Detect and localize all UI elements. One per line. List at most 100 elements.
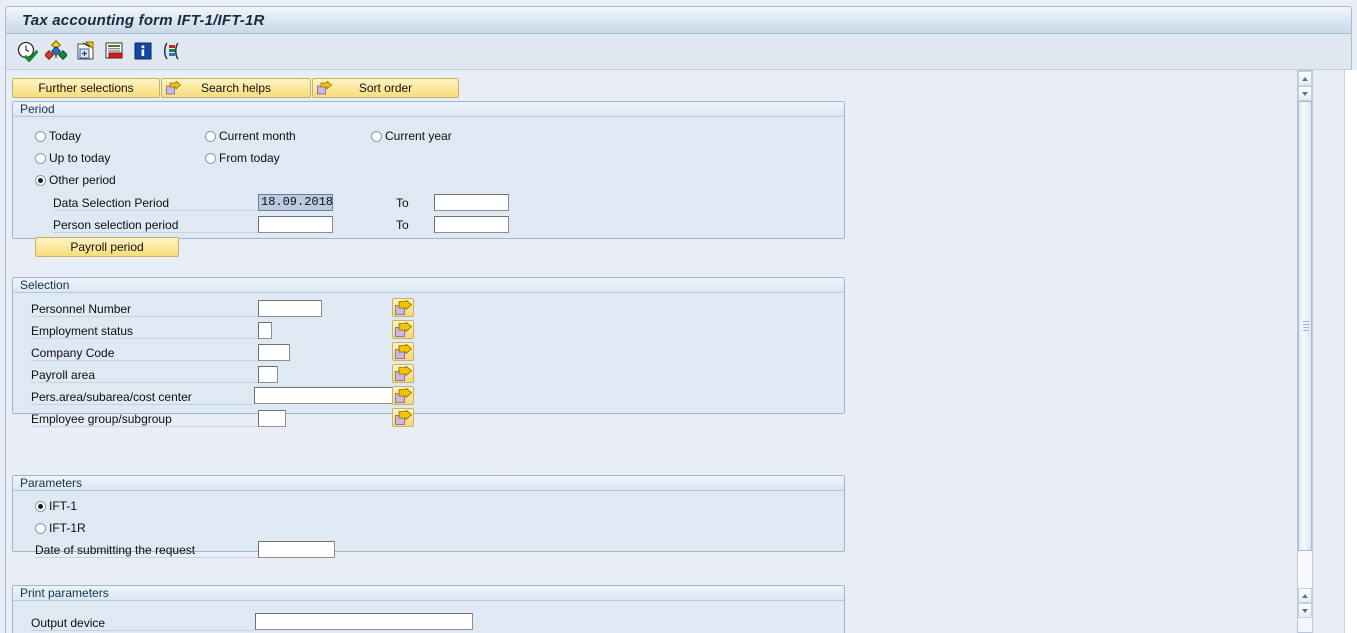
- data-selection-period-input[interactable]: 18.09.2018: [258, 194, 333, 211]
- scroll-grip-icon: [1303, 321, 1309, 331]
- selection-buttons-row: Further selections Search helps Sort ord…: [12, 78, 459, 98]
- arrow-right-icon: [317, 80, 333, 96]
- radio-today[interactable]: Today: [35, 129, 81, 143]
- personnel-number-label: Personnel Number: [31, 301, 258, 317]
- print-parameters-group-header: Print parameters: [13, 586, 844, 601]
- content-scroll-down-button[interactable]: [1298, 86, 1312, 101]
- sap-selection-screen: Tax accounting form IFT-1/IFT-1R Further…: [0, 0, 1357, 633]
- triangle-down-icon: [1302, 609, 1308, 613]
- period-group-title: Period: [20, 102, 55, 116]
- save-as-variant-icon[interactable]: [74, 40, 96, 62]
- window-title-bar: Tax accounting form IFT-1/IFT-1R: [5, 6, 1352, 34]
- selection-group-header: Selection: [13, 278, 844, 293]
- content-scroll-up-button[interactable]: [1298, 71, 1312, 86]
- content-scroll-bottom-up-button[interactable]: [1298, 588, 1312, 603]
- print-parameters-group-body: Output device: [13, 601, 844, 633]
- radio-current-month-label: Current month: [219, 129, 296, 143]
- radio-from-today[interactable]: From today: [205, 151, 280, 165]
- parameters-group-header: Parameters: [13, 476, 844, 491]
- radio-today-label: Today: [49, 129, 82, 143]
- parameters-group-body: IFT-1 IFT-1R Date of submitting the requ…: [13, 491, 844, 558]
- person-selection-period-label: Person selection period: [53, 217, 258, 233]
- date-of-submitting-input[interactable]: [258, 541, 335, 558]
- content-vertical-scrollbar[interactable]: [1297, 70, 1313, 633]
- radio-current-year-label: Current year: [385, 129, 452, 143]
- search-helps-button[interactable]: Search helps: [161, 78, 311, 98]
- radio-up-to-today-label: Up to today: [49, 151, 111, 165]
- print-parameters-group-title: Print parameters: [20, 586, 109, 600]
- radio-other-period[interactable]: Other period: [35, 173, 116, 187]
- content-scroll-thumb[interactable]: [1298, 101, 1312, 551]
- radio-from-today-label: From today: [219, 151, 280, 165]
- selection-group-title: Selection: [20, 278, 70, 292]
- content-scroll-bottom-down-button[interactable]: [1298, 603, 1312, 618]
- radio-ift-1r-label: IFT-1R: [49, 521, 86, 535]
- display-list-icon[interactable]: [103, 40, 125, 62]
- employee-group-multiple-selection-button[interactable]: [392, 408, 414, 427]
- company-code-multiple-selection-button[interactable]: [392, 342, 414, 361]
- window-vertical-scrollbar[interactable]: [1344, 70, 1357, 633]
- pers-area-multiple-selection-button[interactable]: [392, 386, 414, 405]
- personnel-number-multiple-selection-button[interactable]: [392, 298, 414, 317]
- variant-get-icon[interactable]: [44, 40, 68, 62]
- info-icon[interactable]: [132, 40, 154, 62]
- application-toolbar: © www.tutorialkart.com: [5, 34, 1352, 96]
- payroll-period-button[interactable]: Payroll period: [35, 237, 179, 257]
- employee-group-subgroup-label: Employee group/subgroup: [31, 411, 258, 427]
- execute-clock-icon[interactable]: [16, 40, 39, 63]
- output-device-label: Output device: [31, 615, 255, 631]
- parameters-group-title: Parameters: [20, 476, 83, 490]
- print-parameters-group: Print parameters Output device: [12, 585, 845, 633]
- payroll-period-label: Payroll period: [70, 240, 144, 254]
- data-selection-period-to-label: To: [396, 196, 409, 210]
- parameters-group: Parameters IFT-1 IFT-1R Date of submitti…: [12, 475, 845, 558]
- radio-dot-icon: [35, 130, 46, 142]
- page-title: Tax accounting form IFT-1/IFT-1R: [22, 12, 265, 29]
- radio-current-month[interactable]: Current month: [205, 129, 296, 143]
- radio-current-year[interactable]: Current year: [371, 129, 452, 143]
- selection-group-body: Personnel Number Employment status Compa…: [13, 293, 844, 427]
- sort-order-label: Sort order: [358, 81, 413, 95]
- employment-status-multiple-selection-button[interactable]: [392, 320, 414, 339]
- person-selection-period-input[interactable]: [258, 216, 333, 233]
- radio-dot-icon: [371, 130, 382, 142]
- personnel-number-input[interactable]: [258, 300, 322, 317]
- period-group-body: Today Current month Current year Up to t…: [13, 117, 844, 257]
- radio-dot-icon: [35, 500, 46, 512]
- pers-area-subarea-cost-center-label: Pers.area/subarea/cost center: [31, 389, 253, 405]
- radio-dot-icon: [205, 152, 216, 164]
- radio-dot-icon: [35, 522, 46, 534]
- person-selection-period-to-input[interactable]: [434, 216, 509, 233]
- data-selection-period-to-input[interactable]: [434, 194, 509, 211]
- company-code-input[interactable]: [258, 344, 290, 361]
- employment-status-label: Employment status: [31, 323, 258, 339]
- further-selections-button[interactable]: Further selections: [12, 78, 160, 98]
- further-selections-label: Further selections: [38, 81, 134, 95]
- period-group: Period Today Current month Current year: [12, 101, 845, 257]
- output-device-input[interactable]: [255, 613, 473, 630]
- employment-status-input[interactable]: [258, 322, 272, 339]
- radio-up-to-today[interactable]: Up to today: [35, 151, 110, 165]
- triangle-up-icon: [1302, 77, 1308, 81]
- radio-ift-1-label: IFT-1: [49, 499, 78, 513]
- radio-ift-1[interactable]: IFT-1: [35, 499, 77, 513]
- radio-dot-icon: [35, 152, 46, 164]
- person-selection-period-to-label: To: [396, 218, 409, 232]
- payroll-area-multiple-selection-button[interactable]: [392, 364, 414, 383]
- triangle-down-icon: [1302, 92, 1308, 96]
- multiple-selection-icon[interactable]: [161, 40, 183, 62]
- selection-group: Selection Personnel Number Employment st…: [12, 277, 845, 427]
- payroll-area-label: Payroll area: [31, 367, 258, 383]
- period-group-header: Period: [13, 102, 844, 117]
- arrow-right-icon: [166, 80, 182, 96]
- company-code-label: Company Code: [31, 345, 258, 361]
- radio-ift-1r[interactable]: IFT-1R: [35, 521, 86, 535]
- payroll-area-input[interactable]: [258, 366, 278, 383]
- sort-order-button[interactable]: Sort order: [312, 78, 459, 98]
- employee-group-subgroup-input[interactable]: [258, 410, 286, 427]
- data-selection-period-label: Data Selection Period: [53, 195, 258, 211]
- date-of-submitting-label: Date of submitting the request: [35, 542, 258, 558]
- search-helps-label: Search helps: [200, 81, 272, 95]
- radio-dot-icon: [205, 130, 216, 142]
- pers-area-subarea-cost-center-input[interactable]: [254, 387, 396, 404]
